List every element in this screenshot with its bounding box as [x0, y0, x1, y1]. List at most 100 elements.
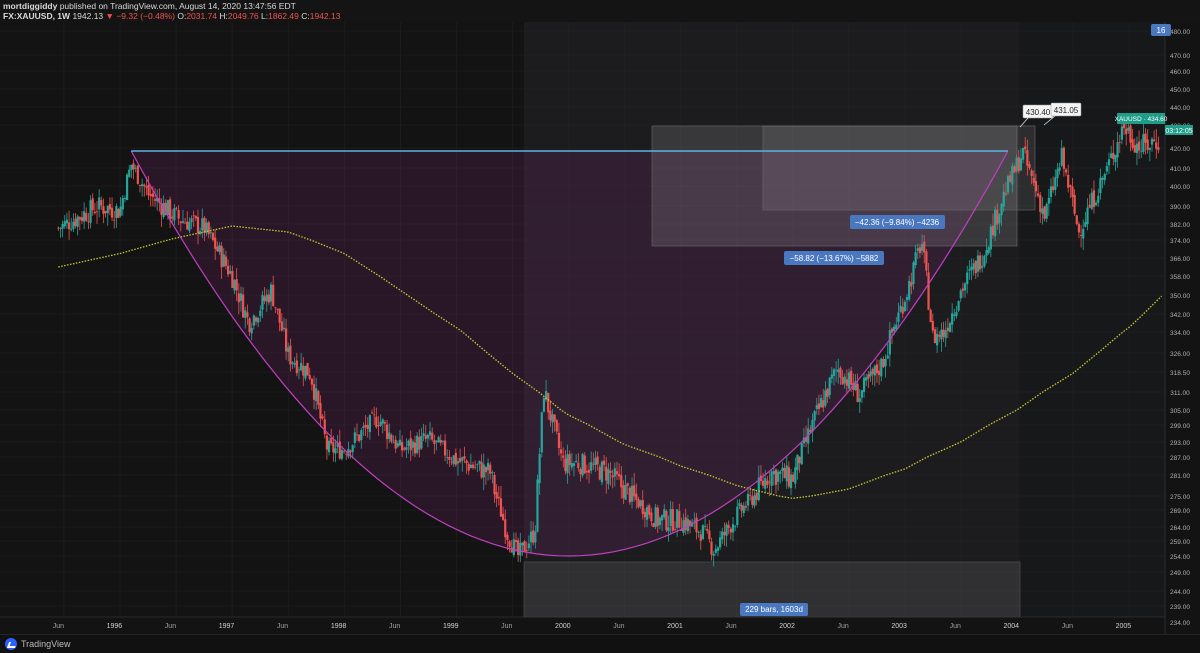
candle-down	[1030, 170, 1033, 176]
candle-up	[446, 457, 449, 459]
candle-up	[83, 211, 86, 222]
tradingview-logo[interactable]: TradingView	[5, 638, 71, 650]
bar-countdown: 03:12:05	[1165, 125, 1193, 135]
candle-down	[562, 455, 565, 458]
candle-down	[377, 425, 380, 427]
measure-label-2[interactable]: −58.82 (−13.67%) −5882	[784, 251, 884, 265]
candle-down	[497, 496, 500, 499]
candle-down	[1032, 177, 1035, 183]
symbol-price-tag[interactable]: XAUUSD · 434.60	[1115, 113, 1168, 124]
candle-up	[257, 317, 260, 323]
price-change: −9.32 (−0.48%)	[116, 11, 175, 21]
candle-down	[1004, 193, 1007, 195]
candle-down	[220, 246, 223, 268]
candle-up	[252, 315, 255, 326]
candle-up	[581, 453, 584, 476]
candle-up	[1082, 228, 1085, 239]
candle-up	[819, 397, 823, 408]
candle-down	[74, 218, 77, 226]
candle-up	[985, 250, 988, 256]
candle-up	[551, 414, 554, 423]
candle-up	[121, 198, 124, 210]
candle-up	[521, 542, 524, 546]
time-tick-label: Jun	[165, 623, 176, 630]
candle-down	[117, 208, 120, 218]
candle-down	[136, 165, 139, 184]
candle-up	[115, 206, 118, 218]
candle-down	[284, 328, 288, 352]
candle-down	[231, 270, 234, 288]
candle-down	[413, 442, 417, 454]
candle-down	[875, 364, 879, 374]
axis-top-badge[interactable]: 16	[1151, 24, 1171, 36]
candle-up	[832, 369, 836, 376]
candle-up	[368, 415, 371, 433]
candle-up	[789, 474, 793, 489]
candle-down	[656, 507, 659, 526]
publisher-name[interactable]: mortdiggiddy	[3, 1, 57, 11]
candle-up	[1060, 148, 1063, 166]
candle-down	[100, 200, 103, 206]
candle-up	[123, 197, 127, 199]
candle-up	[527, 543, 530, 549]
candle-up	[712, 553, 715, 556]
price-tick-label: 400.00	[1170, 184, 1190, 191]
candle-up	[903, 301, 906, 312]
candle-up	[297, 369, 301, 371]
candle-up	[482, 464, 485, 478]
symbol-label[interactable]: FX:XAUUSD, 1W	[3, 11, 70, 21]
candle-up	[362, 426, 365, 428]
candle-down	[605, 466, 608, 481]
candle-down	[592, 463, 595, 465]
candle-up	[613, 468, 616, 477]
candle-up	[1002, 191, 1005, 207]
candle-up	[1095, 202, 1098, 206]
bars-range-label[interactable]: 229 bars, 1603d	[740, 603, 808, 616]
candle-up	[1097, 195, 1100, 203]
candle-up	[250, 328, 253, 334]
candle-down	[171, 216, 174, 219]
candle-down	[1013, 166, 1016, 173]
candle-down	[1092, 190, 1096, 207]
price-tick-label: 275.00	[1170, 494, 1190, 501]
candle-down	[433, 440, 436, 445]
candle-up	[76, 216, 79, 227]
candle-up	[141, 184, 144, 187]
candle-up	[983, 255, 986, 267]
candle-down	[278, 308, 281, 323]
price-chart[interactable]: 430.40 431.05 −42.36 (−9.84%) −4236 −58.…	[0, 0, 1200, 652]
candle-up	[865, 377, 868, 381]
candle-up	[953, 314, 956, 316]
price-tick-label: 299.00	[1170, 423, 1190, 430]
candle-down	[325, 435, 329, 450]
candle-down	[267, 294, 271, 303]
candle-down	[787, 467, 790, 487]
candle-up	[291, 362, 294, 364]
candle-up	[269, 284, 273, 302]
candle-up	[239, 293, 243, 301]
candle-down	[1064, 169, 1068, 173]
candle-down	[1079, 234, 1083, 236]
candle-up	[486, 462, 490, 471]
candle-down	[1052, 186, 1055, 191]
price-tick-label: 305.00	[1170, 408, 1190, 415]
candle-down	[817, 403, 821, 409]
candle-up	[422, 433, 425, 436]
candle-up	[940, 329, 943, 340]
price-tick-label: 374.00	[1170, 238, 1190, 245]
candle-down	[841, 377, 844, 385]
candle-down	[740, 504, 743, 511]
candle-down	[323, 419, 326, 435]
time-tick-label: Jun	[837, 623, 848, 630]
candle-up	[914, 252, 917, 266]
time-tick-label: 1998	[331, 623, 347, 630]
candle-down	[403, 448, 406, 450]
candle-down	[108, 203, 112, 210]
candle-down	[1137, 141, 1141, 151]
candle-up	[970, 266, 973, 271]
candle-up	[534, 531, 537, 543]
measure-box-small[interactable]	[762, 125, 1036, 211]
candle-down	[1144, 133, 1147, 143]
measure-label-1[interactable]: −42.36 (−9.84%) −4236	[850, 215, 945, 229]
candle-down	[991, 225, 995, 236]
